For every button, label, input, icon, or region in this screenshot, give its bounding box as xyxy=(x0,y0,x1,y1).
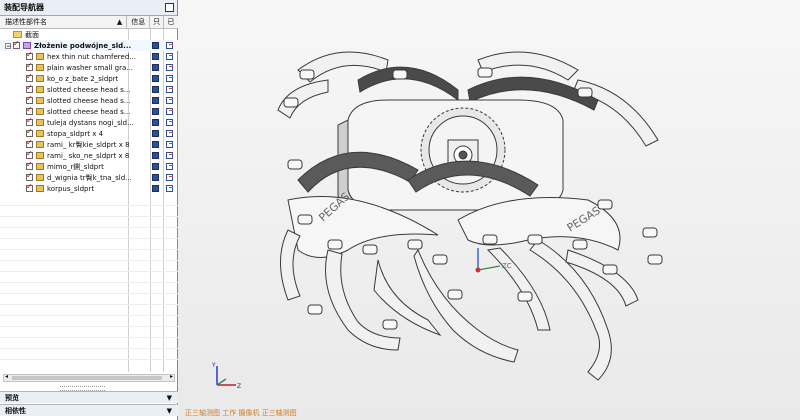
edit-icon xyxy=(166,108,173,115)
part-icon xyxy=(36,75,44,82)
visibility-checkbox[interactable] xyxy=(26,83,33,93)
disk-icon xyxy=(152,75,159,82)
edit-icon xyxy=(166,75,173,82)
disk-icon xyxy=(152,42,159,49)
tree-row-part[interactable]: korpus_sldprt xyxy=(0,182,178,194)
scroll-right-icon[interactable]: ▸ xyxy=(170,373,173,380)
part-icon xyxy=(36,185,44,192)
horizontal-scrollbar[interactable]: ◂ ▸ xyxy=(3,373,175,382)
robot-assembly-model: PEGAS PEGAS ZC xyxy=(277,51,663,381)
wcs-y-label: Y xyxy=(212,362,216,369)
edit-icon xyxy=(166,119,173,126)
edit-icon xyxy=(166,130,173,137)
part-icon xyxy=(36,174,44,181)
preview-panel-header[interactable]: 预览 ▼ xyxy=(0,391,178,403)
dependencies-panel-header[interactable]: 相依性 ▼ xyxy=(0,404,178,416)
edit-icon xyxy=(166,163,173,170)
edit-icon xyxy=(166,86,173,93)
column-readonly[interactable]: 只 xyxy=(150,16,165,28)
part-icon xyxy=(36,64,44,71)
visibility-checkbox[interactable] xyxy=(26,72,33,82)
triad-zc-label: ZC xyxy=(502,262,512,270)
assembly-tree: 截面 − Złożenie podwójne_sld... hex thin n… xyxy=(0,29,178,372)
part-icon xyxy=(36,86,44,93)
disk-icon xyxy=(152,174,159,181)
disk-icon xyxy=(152,108,159,115)
column-modified[interactable]: 已 xyxy=(164,16,178,28)
wcs-z-label: Z xyxy=(237,383,241,390)
part-icon xyxy=(36,163,44,170)
tree-row-section[interactable]: 截面 xyxy=(0,29,178,40)
disk-icon xyxy=(152,163,159,170)
disk-icon xyxy=(152,152,159,159)
visibility-checkbox[interactable] xyxy=(26,94,33,104)
disk-icon xyxy=(152,97,159,104)
wcs-triad-icon: Y Z xyxy=(212,362,241,390)
disk-icon xyxy=(152,185,159,192)
edit-icon xyxy=(166,42,173,49)
scroll-thumb[interactable] xyxy=(12,376,162,380)
visibility-checkbox[interactable] xyxy=(13,39,20,49)
visibility-checkbox[interactable] xyxy=(26,149,33,159)
edit-icon xyxy=(166,174,173,181)
visibility-checkbox[interactable] xyxy=(26,50,33,60)
visibility-checkbox[interactable] xyxy=(26,61,33,71)
disk-icon xyxy=(152,64,159,71)
sort-up-icon: ▲ xyxy=(116,18,123,26)
graphics-viewport[interactable]: PEGAS PEGAS ZC Y Z xyxy=(178,0,800,420)
collapse-icon[interactable]: − xyxy=(5,42,11,49)
part-icon xyxy=(36,152,44,159)
visibility-checkbox[interactable] xyxy=(26,127,33,137)
edit-icon xyxy=(166,97,173,104)
disk-icon xyxy=(152,119,159,126)
part-icon xyxy=(36,141,44,148)
navigator-title-bar: 装配导航器 xyxy=(0,0,177,16)
disk-icon xyxy=(152,53,159,60)
disk-icon xyxy=(152,141,159,148)
assembly-icon xyxy=(23,42,31,49)
visibility-checkbox[interactable] xyxy=(26,182,33,192)
visibility-checkbox[interactable] xyxy=(26,160,33,170)
part-icon xyxy=(36,108,44,115)
chevron-down-icon: ▼ xyxy=(166,393,172,402)
visibility-checkbox[interactable] xyxy=(26,138,33,148)
visibility-checkbox[interactable] xyxy=(26,171,33,181)
view-status-text: 正三轴测图 工作 摄像机 正三轴测图 xyxy=(185,409,297,417)
maximize-icon[interactable] xyxy=(165,3,174,12)
edit-icon xyxy=(166,152,173,159)
edit-icon xyxy=(166,185,173,192)
edit-icon xyxy=(166,53,173,60)
disk-icon xyxy=(152,86,159,93)
assembly-navigator: 装配导航器 描述性部件名 ▲ 信息 只 已 截面 − Złożenie podw… xyxy=(0,0,178,420)
part-icon xyxy=(36,97,44,104)
folder-icon xyxy=(13,31,22,38)
navigator-title: 装配导航器 xyxy=(4,3,44,12)
disk-icon xyxy=(152,130,159,137)
part-icon xyxy=(36,130,44,137)
part-icon xyxy=(36,119,44,126)
edit-icon xyxy=(166,141,173,148)
visibility-checkbox[interactable] xyxy=(26,116,33,126)
scroll-left-icon[interactable]: ◂ xyxy=(5,373,8,380)
column-name[interactable]: 描述性部件名 ▲ xyxy=(0,16,128,28)
chevron-down-icon: ▼ xyxy=(166,406,172,415)
column-info[interactable]: 信息 xyxy=(127,16,151,28)
column-header: 描述性部件名 ▲ 信息 只 已 xyxy=(0,16,178,29)
part-icon xyxy=(36,53,44,60)
edit-icon xyxy=(166,64,173,71)
visibility-checkbox[interactable] xyxy=(26,105,33,115)
